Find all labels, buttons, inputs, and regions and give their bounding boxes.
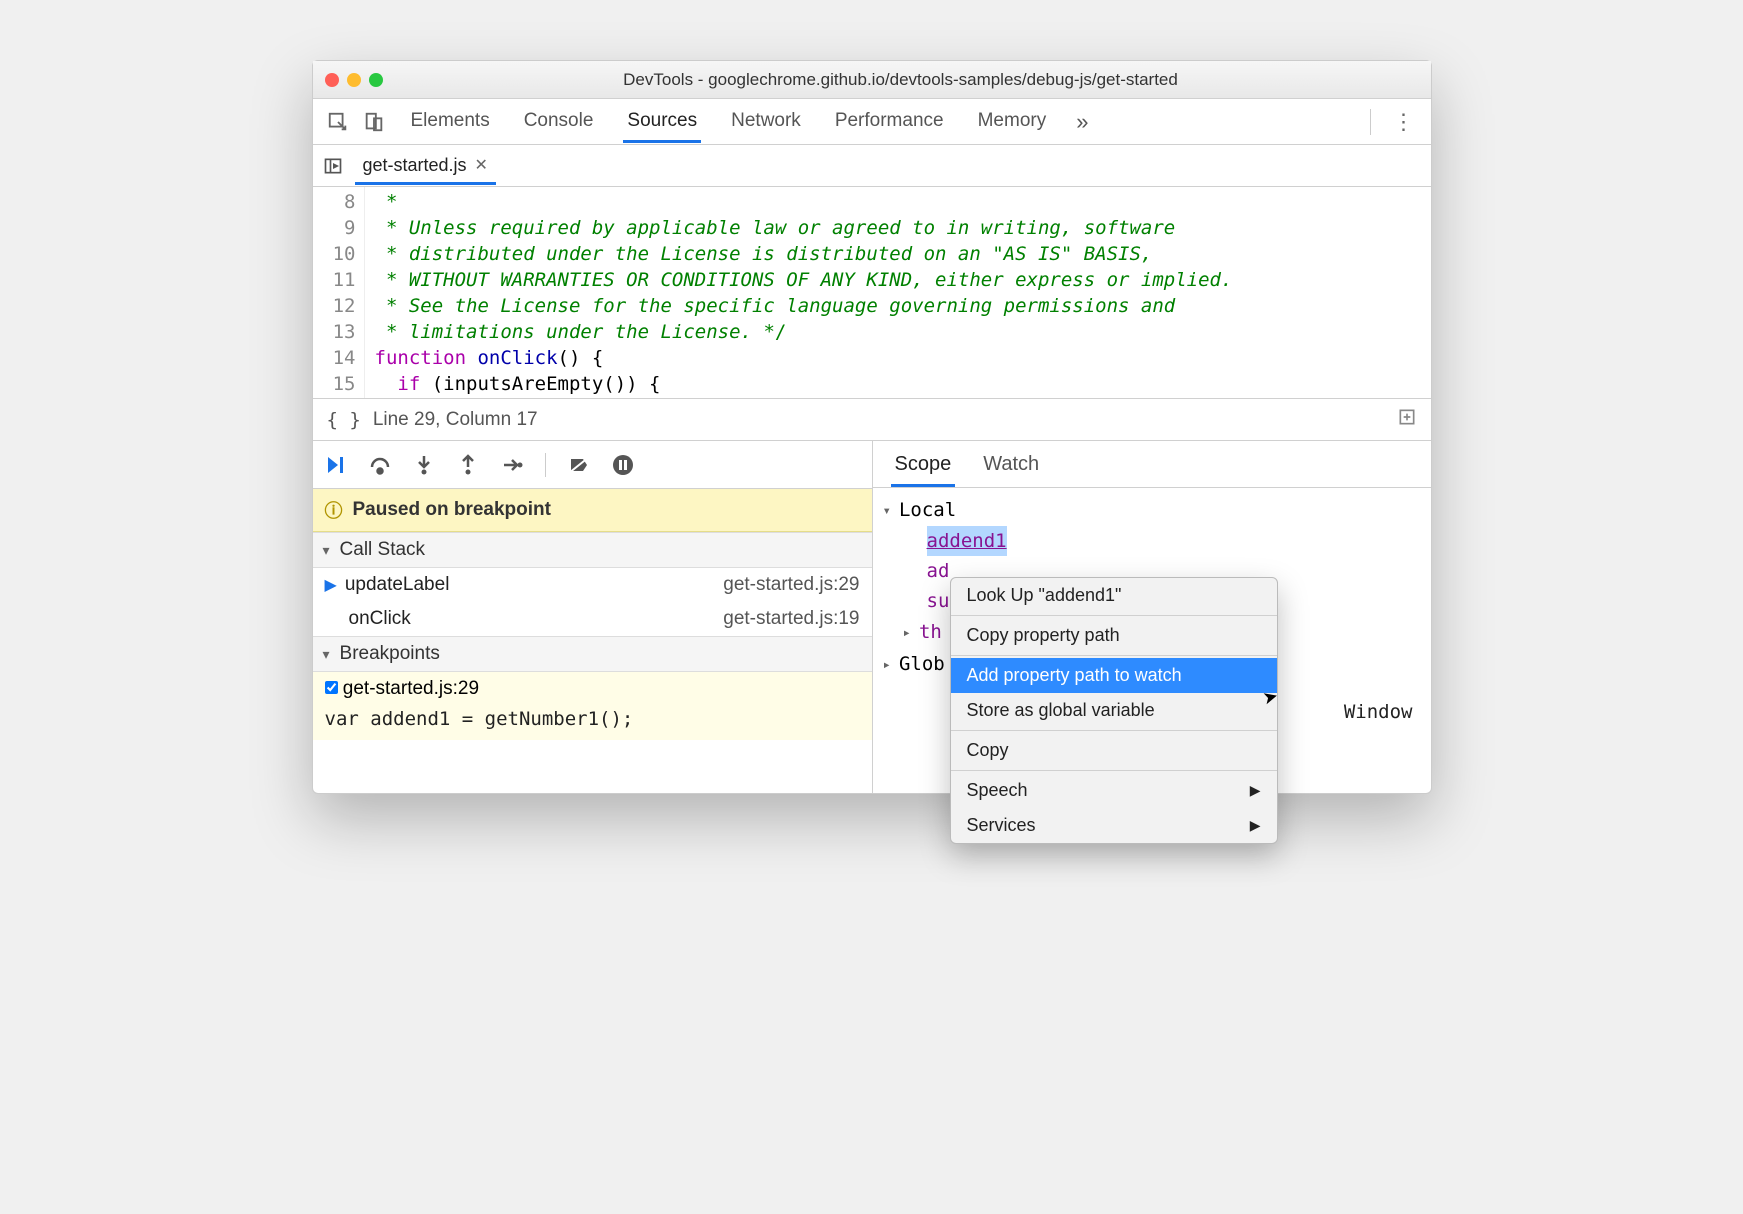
breakpoint-preview: var addend1 = getNumber1(); bbox=[313, 706, 872, 740]
titlebar: DevTools - googlechrome.github.io/devtoo… bbox=[313, 61, 1431, 99]
settings-kebab-icon[interactable]: ⋮ bbox=[1387, 109, 1421, 135]
zoom-icon[interactable] bbox=[369, 73, 383, 87]
step-icon[interactable] bbox=[499, 452, 525, 478]
pause-reason: Paused on breakpoint bbox=[353, 499, 551, 521]
disclosure-triangle-icon bbox=[883, 494, 895, 526]
step-over-icon[interactable] bbox=[367, 452, 393, 478]
editor-status-bar: { } Line 29, Column 17 bbox=[313, 399, 1431, 441]
tab-sources[interactable]: Sources bbox=[623, 100, 701, 143]
tab-network[interactable]: Network bbox=[727, 100, 805, 143]
ctx-lookup[interactable]: Look Up "addend1" bbox=[951, 578, 1277, 613]
frame-function: onClick bbox=[349, 608, 411, 630]
close-tab-icon[interactable]: ✕ bbox=[475, 155, 488, 175]
pretty-print-icon[interactable]: { } bbox=[327, 409, 361, 431]
pause-banner: ⓘ Paused on breakpoint bbox=[313, 489, 872, 532]
scope-watch-tabs: Scope Watch bbox=[873, 441, 1431, 488]
tab-console[interactable]: Console bbox=[520, 100, 598, 143]
tab-memory[interactable]: Memory bbox=[974, 100, 1051, 143]
ctx-copy[interactable]: Copy bbox=[951, 733, 1277, 768]
submenu-arrow-icon: ▶ bbox=[1250, 817, 1261, 834]
disclosure-triangle-icon bbox=[903, 616, 915, 648]
current-frame-icon: ▶ bbox=[325, 575, 337, 595]
stack-frame[interactable]: onClick get-started.js:19 bbox=[313, 602, 872, 636]
ctx-services[interactable]: Services▶ bbox=[951, 808, 1277, 843]
file-tab[interactable]: get-started.js ✕ bbox=[355, 147, 496, 185]
tab-watch[interactable]: Watch bbox=[979, 451, 1043, 487]
coverage-toggle-icon[interactable] bbox=[1397, 407, 1417, 433]
devtools-window: DevTools - googlechrome.github.io/devtoo… bbox=[312, 60, 1432, 794]
scope-var-this[interactable]: th bbox=[919, 617, 942, 647]
line-gutter: 8910111213141516 bbox=[313, 187, 365, 398]
breakpoint-checkbox[interactable] bbox=[325, 681, 338, 694]
step-into-icon[interactable] bbox=[411, 452, 437, 478]
traffic-lights bbox=[325, 73, 383, 87]
scope-local-label: Local bbox=[899, 495, 956, 525]
frame-location: get-started.js:19 bbox=[723, 608, 859, 630]
ctx-store-global[interactable]: Store as global variable bbox=[951, 693, 1277, 728]
device-toggle-icon[interactable] bbox=[359, 107, 389, 137]
frame-function: updateLabel bbox=[345, 574, 450, 596]
file-tab-label: get-started.js bbox=[363, 155, 467, 176]
main-toolbar: Elements Console Sources Network Perform… bbox=[313, 99, 1431, 145]
disclosure-triangle-icon bbox=[323, 539, 334, 561]
cursor-position: Line 29, Column 17 bbox=[373, 409, 538, 431]
ctx-copy-property-path[interactable]: Copy property path bbox=[951, 618, 1277, 653]
debug-controls bbox=[313, 441, 872, 489]
breakpoint-location: get-started.js:29 bbox=[343, 678, 479, 699]
call-stack-label: Call Stack bbox=[340, 539, 426, 561]
window-title: DevTools - googlechrome.github.io/devtoo… bbox=[383, 70, 1419, 90]
scope-global-value: Window bbox=[1344, 701, 1413, 723]
breakpoints-header[interactable]: Breakpoints bbox=[313, 636, 872, 672]
divider bbox=[545, 453, 546, 477]
file-tab-bar: get-started.js ✕ bbox=[313, 145, 1431, 187]
pause-exceptions-icon[interactable] bbox=[610, 452, 636, 478]
scope-var-sum[interactable]: su bbox=[927, 586, 950, 616]
breakpoint-item[interactable]: get-started.js:29 bbox=[313, 672, 872, 706]
ctx-add-to-watch[interactable]: Add property path to watch bbox=[951, 658, 1277, 693]
code-editor[interactable]: 8910111213141516 * * Unless required by … bbox=[313, 187, 1431, 399]
submenu-arrow-icon: ▶ bbox=[1250, 782, 1261, 799]
info-icon: ⓘ bbox=[325, 497, 343, 523]
tab-scope[interactable]: Scope bbox=[891, 451, 956, 487]
divider bbox=[951, 770, 1277, 771]
overflow-tabs-icon[interactable]: » bbox=[1068, 109, 1096, 135]
navigator-toggle-icon[interactable] bbox=[319, 152, 347, 180]
step-out-icon[interactable] bbox=[455, 452, 481, 478]
code-content: * * Unless required by applicable law or… bbox=[365, 187, 1243, 398]
minimize-icon[interactable] bbox=[347, 73, 361, 87]
call-stack-header[interactable]: Call Stack bbox=[313, 532, 872, 568]
scope-var-addend1[interactable]: addend1 bbox=[927, 526, 1007, 556]
tab-elements[interactable]: Elements bbox=[407, 100, 494, 143]
divider bbox=[951, 615, 1277, 616]
deactivate-breakpoints-icon[interactable] bbox=[566, 452, 592, 478]
disclosure-triangle-icon bbox=[323, 643, 334, 665]
inspect-element-icon[interactable] bbox=[323, 107, 353, 137]
frame-location: get-started.js:29 bbox=[723, 574, 859, 596]
disclosure-triangle-icon bbox=[883, 648, 895, 680]
tab-performance[interactable]: Performance bbox=[831, 100, 948, 143]
debugger-left-pane: ⓘ Paused on breakpoint Call Stack ▶ upda… bbox=[313, 441, 873, 793]
scope-global-label: Glob bbox=[899, 649, 945, 679]
panel-tabs: Elements Console Sources Network Perform… bbox=[407, 100, 1051, 143]
divider bbox=[951, 730, 1277, 731]
close-icon[interactable] bbox=[325, 73, 339, 87]
resume-icon[interactable] bbox=[323, 452, 349, 478]
context-menu: Look Up "addend1" Copy property path Add… bbox=[950, 577, 1278, 844]
ctx-speech[interactable]: Speech▶ bbox=[951, 773, 1277, 808]
divider bbox=[951, 655, 1277, 656]
breakpoints-label: Breakpoints bbox=[340, 643, 440, 665]
divider bbox=[1370, 109, 1371, 135]
scope-var-addend2[interactable]: ad bbox=[927, 556, 950, 586]
stack-frame[interactable]: ▶ updateLabel get-started.js:29 bbox=[313, 568, 872, 602]
